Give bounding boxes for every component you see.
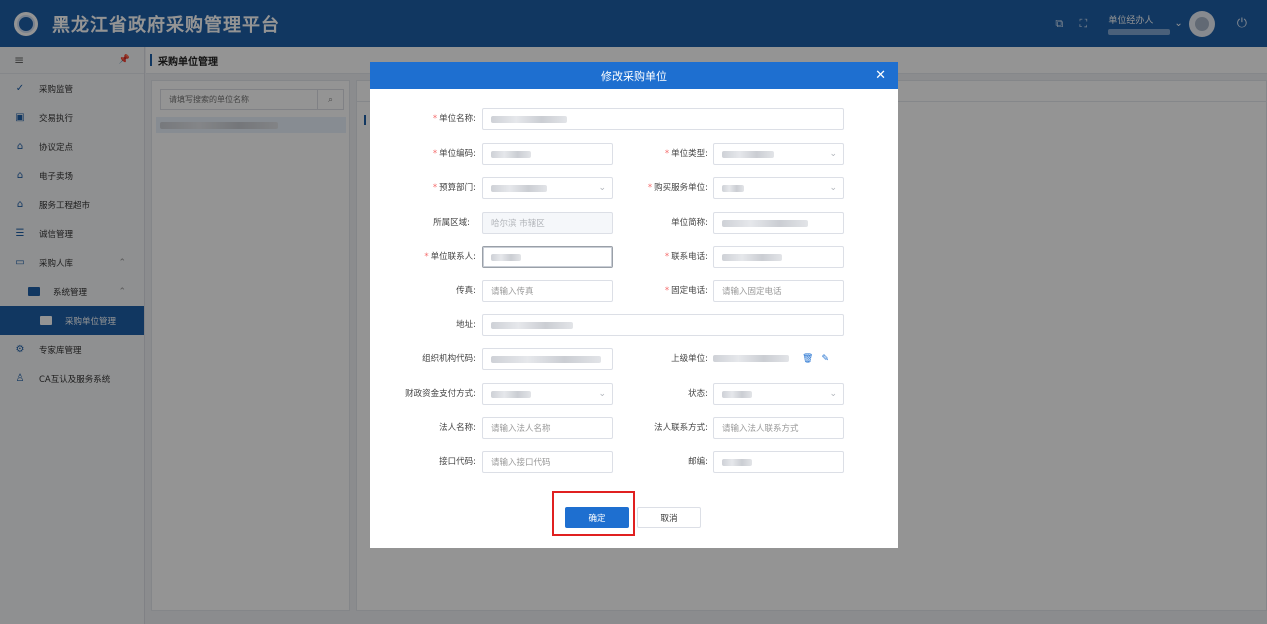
postcode-input[interactable] (713, 451, 844, 473)
dialog-header: 修改采购单位 ✕ (370, 62, 898, 89)
budget-dept-select[interactable]: ⌄ (482, 177, 613, 199)
address-input[interactable] (482, 314, 844, 336)
confirm-button[interactable]: 确定 (565, 507, 629, 528)
label-short-name: 单位简称: (671, 218, 708, 228)
edit-icon[interactable]: ✎ (821, 354, 829, 364)
cancel-button[interactable]: 取消 (637, 507, 701, 528)
label-parent-unit: 上级单位: (671, 354, 708, 364)
label-status: 状态: (688, 389, 708, 399)
label-fax: 传真: (456, 286, 476, 296)
edit-unit-dialog: 修改采购单位 ✕ (370, 62, 898, 548)
chevron-down-icon: ⌄ (829, 183, 837, 193)
label-legal-name: 法人名称: (439, 423, 476, 433)
landline-input[interactable]: 请输入固定电话 (713, 280, 844, 302)
label-unit-type: * 单位类型: (664, 149, 708, 159)
close-icon[interactable]: ✕ (875, 68, 886, 83)
label-budget-dept: * 预算部门: (432, 183, 476, 193)
contact-input[interactable] (482, 246, 613, 268)
fax-input[interactable]: 请输入传真 (482, 280, 613, 302)
legal-name-input[interactable]: 请输入法人名称 (482, 417, 613, 439)
legal-contact-input[interactable]: 请输入法人联系方式 (713, 417, 844, 439)
payment-method-select[interactable]: ⌄ (482, 383, 613, 405)
delete-icon[interactable]: 🗑 (802, 354, 813, 364)
status-select[interactable]: ⌄ (713, 383, 844, 405)
label-region: 所属区域: (433, 218, 470, 228)
chevron-down-icon: ⌄ (829, 149, 837, 159)
chevron-down-icon: ⌄ (598, 389, 606, 399)
label-legal-contact: 法人联系方式: (654, 423, 708, 433)
org-code-input[interactable] (482, 348, 613, 370)
chevron-down-icon: ⌄ (598, 183, 606, 193)
label-contact: * 单位联系人: (424, 252, 476, 262)
label-org-code: 组织机构代码: (422, 354, 476, 364)
chevron-down-icon: ⌄ (829, 389, 837, 399)
interface-code-input[interactable]: 请输入接口代码 (482, 451, 613, 473)
label-unit-code: * 单位编码: (432, 149, 476, 159)
label-purchase-service-unit: * 购买服务单位: (647, 183, 708, 193)
label-payment-method: 财政资金支付方式: (405, 389, 476, 399)
label-phone: * 联系电话: (664, 252, 708, 262)
label-interface-code: 接口代码: (439, 457, 476, 467)
purchase-service-unit-select[interactable]: ⌄ (713, 177, 844, 199)
short-name-input[interactable] (713, 212, 844, 234)
label-landline: * 固定电话: (664, 286, 708, 296)
unit-code-input[interactable] (482, 143, 613, 165)
dialog-title: 修改采购单位 (601, 69, 667, 83)
region-input: 哈尔滨 市辖区 (482, 212, 613, 234)
phone-input[interactable] (713, 246, 844, 268)
label-postcode: 邮编: (688, 457, 708, 467)
unit-type-select[interactable]: ⌄ (713, 143, 844, 165)
parent-unit-value (713, 355, 789, 365)
unit-name-input[interactable] (482, 108, 844, 130)
label-unit-name: * 单位名称: (432, 114, 476, 124)
label-address: 地址: (456, 320, 476, 330)
